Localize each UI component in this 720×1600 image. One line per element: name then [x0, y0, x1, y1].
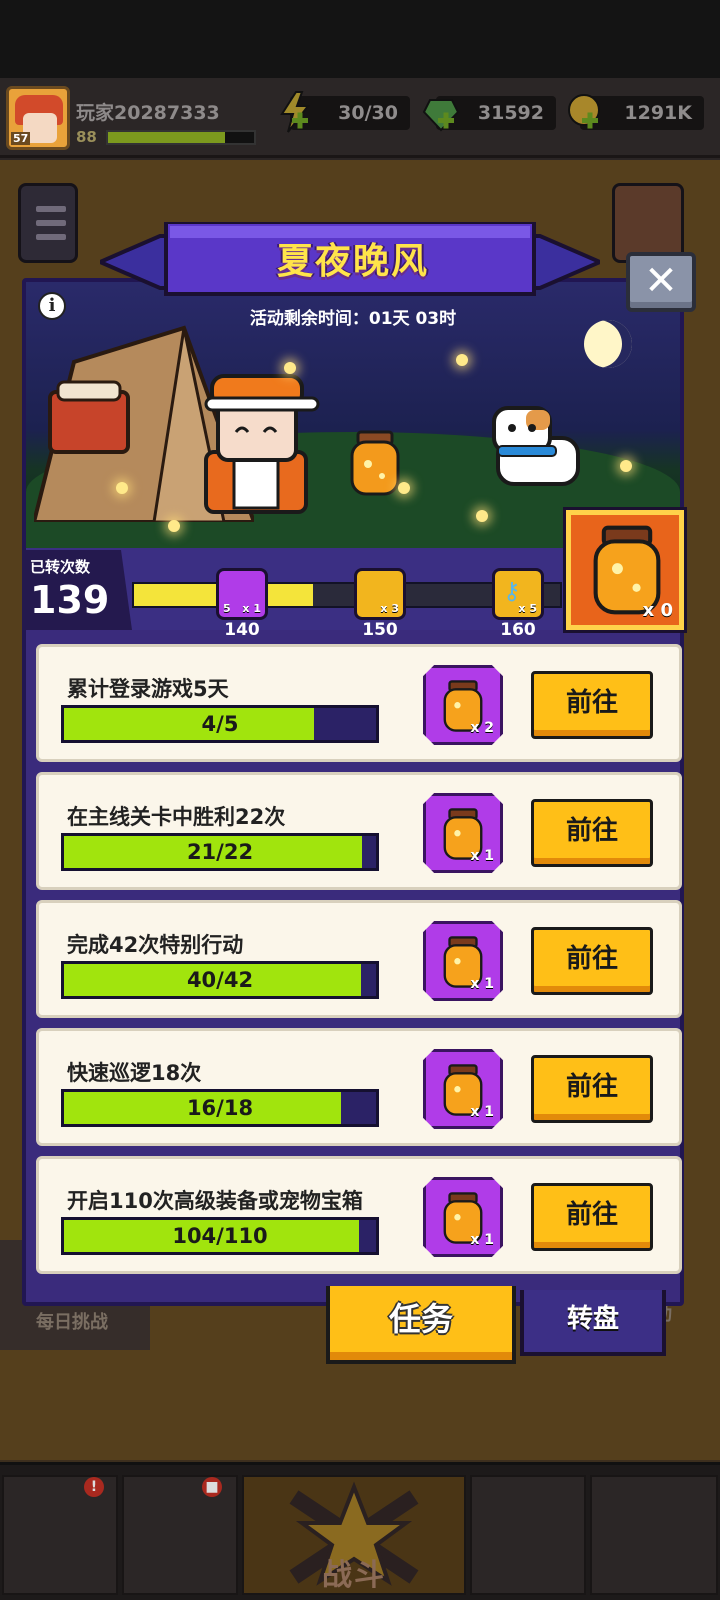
task-reward-count: x 1: [470, 1104, 494, 1120]
task-reward[interactable]: x 1: [423, 1049, 503, 1129]
info-icon[interactable]: i: [38, 292, 66, 320]
notification-badge-icon: ■: [202, 1477, 222, 1497]
task-reward-count: x 2: [470, 720, 494, 736]
event-title: 夏夜晚风: [276, 241, 429, 282]
gems-counter[interactable]: 31592: [422, 96, 556, 132]
task-progress-text: 4/5: [201, 712, 239, 736]
dog-illustration: [492, 406, 580, 486]
task-reward[interactable]: x 1: [423, 921, 503, 1001]
task-reward-count: x 1: [470, 976, 494, 992]
milestone-reward-150[interactable]: x 3: [354, 568, 406, 620]
task-row: 在主线关卡中胜利22次 21/22 x 1 前往: [36, 772, 682, 890]
task-title: 累计登录游戏5天: [67, 677, 229, 701]
task-go-button[interactable]: 前往: [531, 927, 653, 995]
task-go-button[interactable]: 前往: [531, 671, 653, 739]
honey-jar-count: x 0: [642, 600, 673, 621]
task-row: 完成42次特别行动 40/42 x 1 前往: [36, 900, 682, 1018]
task-progress-bar: 40/42: [61, 961, 379, 999]
nav-equipment[interactable]: ■: [122, 1475, 238, 1595]
coin-icon: [568, 94, 600, 129]
spin-count-label: 已转次数: [30, 558, 91, 576]
milestone-reward-140[interactable]: 5 x 1: [216, 568, 268, 620]
nav-talent[interactable]: [590, 1475, 718, 1595]
tab-wheel[interactable]: 转盘: [520, 1290, 666, 1356]
milestone-threshold: 140: [224, 620, 260, 640]
task-progress-bar: 104/110: [61, 1217, 379, 1255]
player-character-illustration: [204, 374, 320, 514]
menu-button: [18, 183, 78, 263]
milestone-threshold: 160: [500, 620, 536, 640]
energy-icon: [280, 91, 311, 133]
task-progress-text: 40/42: [186, 968, 254, 992]
player-level: 88: [76, 128, 97, 146]
task-reward[interactable]: x 1: [423, 793, 503, 873]
xp-bar: [106, 130, 256, 145]
gem-icon: [422, 99, 460, 132]
gems-value: 31592: [477, 102, 544, 124]
task-go-button[interactable]: 前往: [531, 1055, 653, 1123]
milestone-reward-160[interactable]: ⚷ x 5: [492, 568, 544, 620]
task-go-button[interactable]: 前往: [531, 799, 653, 867]
close-button[interactable]: ✕: [626, 252, 696, 312]
task-title: 开启110次高级装备或宠物宝箱: [67, 1189, 363, 1213]
task-reward-count: x 1: [470, 848, 494, 864]
status-bar: [0, 0, 720, 78]
task-title: 快速巡逻18次: [67, 1061, 202, 1085]
task-reward[interactable]: x 2: [423, 665, 503, 745]
task-title: 在主线关卡中胜利22次: [67, 805, 286, 829]
task-progress-text: 21/22: [186, 840, 254, 864]
task-row: 累计登录游戏5天 4/5 x 2 前往: [36, 644, 682, 762]
task-go-button[interactable]: 前往: [531, 1183, 653, 1251]
daily-challenge-label: 每日挑战: [36, 1312, 108, 1333]
task-progress-bar: 16/18: [61, 1089, 379, 1127]
nav-battle-label: 战斗: [322, 1558, 386, 1593]
gold-counter[interactable]: 1291K: [568, 94, 704, 130]
tab-tasks[interactable]: 任务: [326, 1286, 516, 1364]
player-name: 玩家20287333: [76, 102, 220, 124]
task-row: 快速巡逻18次 16/18 x 1 前往: [36, 1028, 682, 1146]
nav-pets[interactable]: [470, 1475, 586, 1595]
task-row: 开启110次高级装备或宠物宝箱 104/110 x 1 前往: [36, 1156, 682, 1274]
energy-counter[interactable]: 30/30: [280, 91, 410, 133]
event-timer: 活动剩余时间：01天 03时: [249, 309, 457, 329]
task-reward[interactable]: x 1: [423, 1177, 503, 1257]
player-hud: 57 玩家20287333 88 30/30 31592 1291K: [0, 78, 720, 158]
honey-jar-illustration: [350, 430, 400, 496]
nav-shop[interactable]: !: [2, 1475, 118, 1595]
milestone-threshold: 150: [362, 620, 398, 640]
key-icon: ⚷: [503, 577, 521, 605]
notification-badge-icon: !: [84, 1477, 104, 1497]
task-title: 完成42次特别行动: [67, 933, 244, 957]
player-avatar[interactable]: 57: [6, 86, 70, 150]
boss-button: [612, 183, 684, 263]
task-progress-text: 104/110: [172, 1224, 268, 1248]
task-progress-text: 16/18: [186, 1096, 254, 1120]
task-progress-bar: 4/5: [61, 705, 379, 743]
avatar-level: 57: [11, 132, 31, 145]
task-reward-count: x 1: [470, 1232, 494, 1248]
gold-value: 1291K: [624, 102, 692, 124]
spin-count-value: 139: [30, 578, 110, 622]
task-progress-bar: 21/22: [61, 833, 379, 871]
energy-value: 30/30: [338, 102, 398, 124]
honey-jar-inventory[interactable]: x 0: [563, 507, 687, 633]
